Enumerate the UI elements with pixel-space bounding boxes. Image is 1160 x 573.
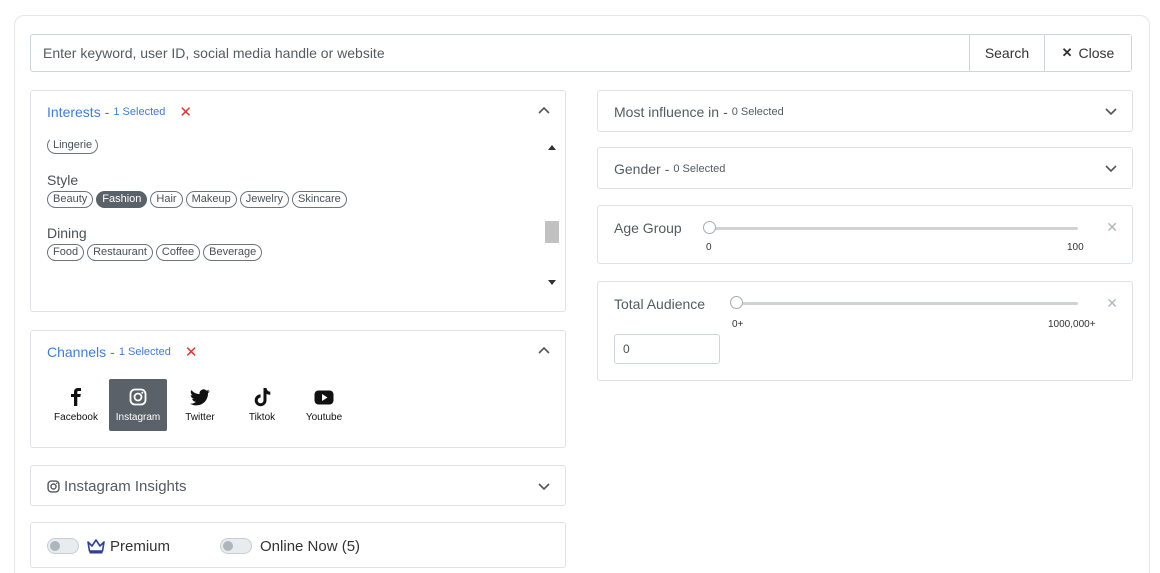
audience-slider-track[interactable] [734, 302, 1078, 305]
premium-label: Premium [110, 537, 171, 555]
audience-min-tick: 0+ [732, 319, 744, 330]
interest-tag[interactable]: Jewelry [239, 191, 289, 208]
age-group-panel: Age Group 0 100 ✕ [597, 205, 1133, 264]
search-bar: Search ✕ Close [30, 34, 1132, 72]
clear-audience-icon[interactable]: ✕ [1106, 295, 1118, 312]
gender-title: Gender [614, 161, 661, 177]
youtube-icon [314, 387, 334, 407]
toggle-row: Premium Online Now (5) [47, 523, 360, 569]
insights-title: Instagram Insights [64, 478, 187, 495]
toggles-panel: Premium Online Now (5) [30, 522, 566, 568]
twitter-icon [190, 387, 210, 407]
search-button[interactable]: Search [969, 35, 1044, 71]
channel-label: Twitter [185, 412, 215, 423]
title-dash: - [723, 104, 728, 120]
clear-age-icon[interactable]: ✕ [1106, 219, 1118, 236]
channel-instagram[interactable]: Instagram [109, 379, 167, 431]
premium-toggle[interactable] [47, 538, 79, 554]
channel-label: Youtube [305, 412, 343, 423]
interest-tag[interactable]: Makeup [185, 191, 237, 208]
search-input[interactable] [31, 35, 969, 71]
gender-panel[interactable]: Gender - 0 Selected [597, 147, 1133, 189]
channel-label: Tiktok [248, 412, 276, 423]
interests-title: Interests [47, 104, 101, 120]
age-max-tick: 100 [1067, 242, 1084, 253]
channels-title: Channels [47, 344, 107, 360]
interest-tag[interactable]: Beauty [47, 191, 94, 208]
online-now-toggle[interactable] [220, 538, 253, 554]
channel-list: Facebook Instagram Twitter Tiktok Youtub… [47, 379, 353, 431]
interests-scrollbar[interactable] [545, 137, 559, 297]
age-slider-handle[interactable] [703, 221, 716, 234]
influence-selected-count: 0 Selected [731, 106, 784, 118]
online-now-label: Online Now (5) [260, 537, 361, 555]
influence-header[interactable]: Most influence in - 0 Selected [614, 91, 784, 133]
channel-label: Facebook [54, 412, 98, 423]
interest-tag[interactable]: Restaurant [87, 244, 153, 261]
scroll-thumb[interactable] [545, 221, 559, 243]
gender-selected-count: 0 Selected [673, 163, 726, 175]
interests-header[interactable]: Interests - 1 Selected ✕ [47, 91, 192, 133]
interest-group-title: Dining [47, 225, 87, 241]
crown-icon [87, 538, 105, 554]
channels-panel: Channels - 1 Selected ✕ Facebook Instagr… [30, 330, 566, 448]
title-dash: - [110, 344, 115, 360]
interest-group-title: Style [47, 172, 79, 188]
tiktok-icon [254, 387, 271, 407]
total-audience-panel: Total Audience 0+ 1000,000+ ✕ [597, 281, 1133, 381]
chevron-up-icon[interactable] [537, 104, 551, 118]
interest-tag[interactable]: Lingerie [47, 137, 99, 154]
interest-tag[interactable]: Food [47, 244, 85, 261]
influence-title: Most influence in [614, 104, 720, 120]
scroll-up-arrow-icon[interactable] [548, 145, 556, 150]
channel-label: Instagram [115, 412, 161, 423]
insights-header[interactable]: Instagram Insights [47, 466, 187, 507]
facebook-icon [70, 387, 82, 407]
chevron-down-icon[interactable] [537, 479, 551, 493]
title-dash: - [104, 104, 110, 120]
interest-tag-active[interactable]: Fashion [96, 191, 148, 208]
chevron-down-icon[interactable] [1104, 161, 1118, 175]
gender-header[interactable]: Gender - 0 Selected [614, 148, 725, 190]
insights-panel[interactable]: Instagram Insights [30, 465, 566, 506]
scroll-down-arrow-icon[interactable] [548, 280, 556, 285]
interest-tag[interactable]: Skincare [292, 191, 347, 208]
channel-twitter[interactable]: Twitter [171, 379, 229, 431]
close-button[interactable]: ✕ Close [1044, 35, 1131, 71]
clear-channels-icon[interactable]: ✕ [185, 343, 198, 361]
interest-tag[interactable]: Coffee [155, 244, 201, 261]
instagram-icon [47, 480, 60, 493]
age-group-label: Age Group [614, 220, 682, 236]
audience-slider-handle[interactable] [730, 296, 743, 309]
interest-tag[interactable]: Hair [150, 191, 183, 208]
close-button-label: Close [1078, 45, 1115, 61]
audience-value-input[interactable] [614, 334, 720, 364]
interests-list[interactable]: Lingerie Style Beauty Fashion Hair Makeu… [47, 133, 547, 293]
interests-selected-count: 1 Selected [113, 106, 166, 118]
interests-panel: Interests - 1 Selected ✕ Lingerie Style … [30, 90, 566, 312]
instagram-icon [129, 387, 147, 407]
close-icon: ✕ [1061, 45, 1073, 60]
total-audience-label: Total Audience [614, 296, 706, 312]
channel-youtube[interactable]: Youtube [295, 379, 353, 431]
channel-tiktok[interactable]: Tiktok [233, 379, 291, 431]
chevron-up-icon[interactable] [537, 344, 551, 358]
influence-panel[interactable]: Most influence in - 0 Selected [597, 90, 1133, 132]
channels-header[interactable]: Channels - 1 Selected ✕ [47, 331, 197, 373]
audience-max-tick: 1000,000+ [1048, 319, 1096, 330]
channels-selected-count: 1 Selected [118, 346, 171, 358]
title-dash: - [664, 161, 670, 177]
clear-interests-icon[interactable]: ✕ [179, 103, 192, 121]
age-min-tick: 0 [706, 242, 712, 253]
interest-tag[interactable]: Beverage [203, 244, 263, 261]
chevron-down-icon[interactable] [1104, 104, 1118, 118]
age-slider-track[interactable] [708, 227, 1078, 230]
channel-facebook[interactable]: Facebook [47, 379, 105, 431]
